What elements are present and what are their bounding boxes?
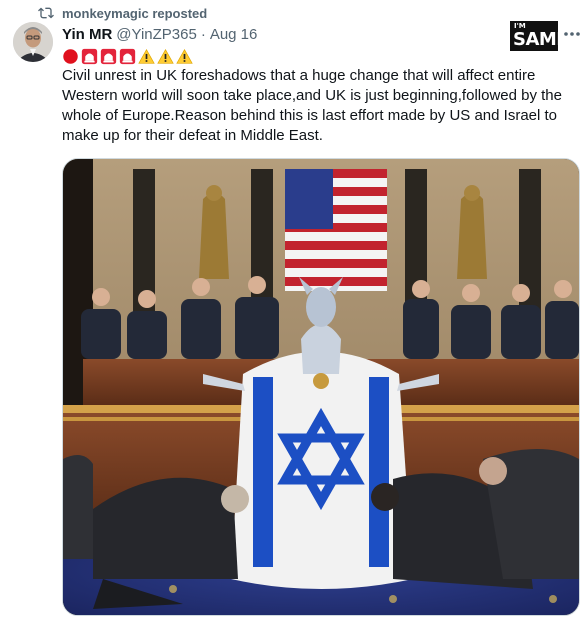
badge-line2: SAMI (513, 29, 558, 50)
tweet-date[interactable]: Aug 16 (210, 26, 258, 43)
separator-dot: · (200, 25, 206, 43)
warning-icon (176, 48, 193, 64)
tweet-header: Yin MR @YinZP365 · Aug 16 (62, 24, 257, 44)
author-name[interactable]: Yin MR (62, 26, 112, 43)
repost-text: monkeymagic reposted (62, 5, 208, 21)
repost-indicator[interactable]: monkeymagic reposted (38, 4, 207, 22)
sami-badge: I'M SAMI (510, 21, 558, 51)
warning-icon (157, 48, 174, 64)
siren-icon (119, 48, 136, 64)
red-circle-icon (63, 48, 78, 64)
more-options-icon[interactable] (562, 24, 582, 44)
repost-icon (38, 7, 54, 19)
warning-icon (138, 48, 155, 64)
attached-image[interactable] (62, 158, 580, 616)
siren-icon (81, 48, 98, 64)
author-handle[interactable]: @YinZP365 (116, 26, 197, 43)
avatar-image (13, 22, 53, 62)
avatar[interactable] (13, 22, 53, 62)
siren-icon (100, 48, 117, 64)
scene-illustration (63, 159, 579, 615)
us-flag (285, 169, 387, 291)
tweet-text: Civil unrest in UK foreshadows that a hu… (62, 67, 562, 144)
emoji-row (62, 46, 193, 66)
